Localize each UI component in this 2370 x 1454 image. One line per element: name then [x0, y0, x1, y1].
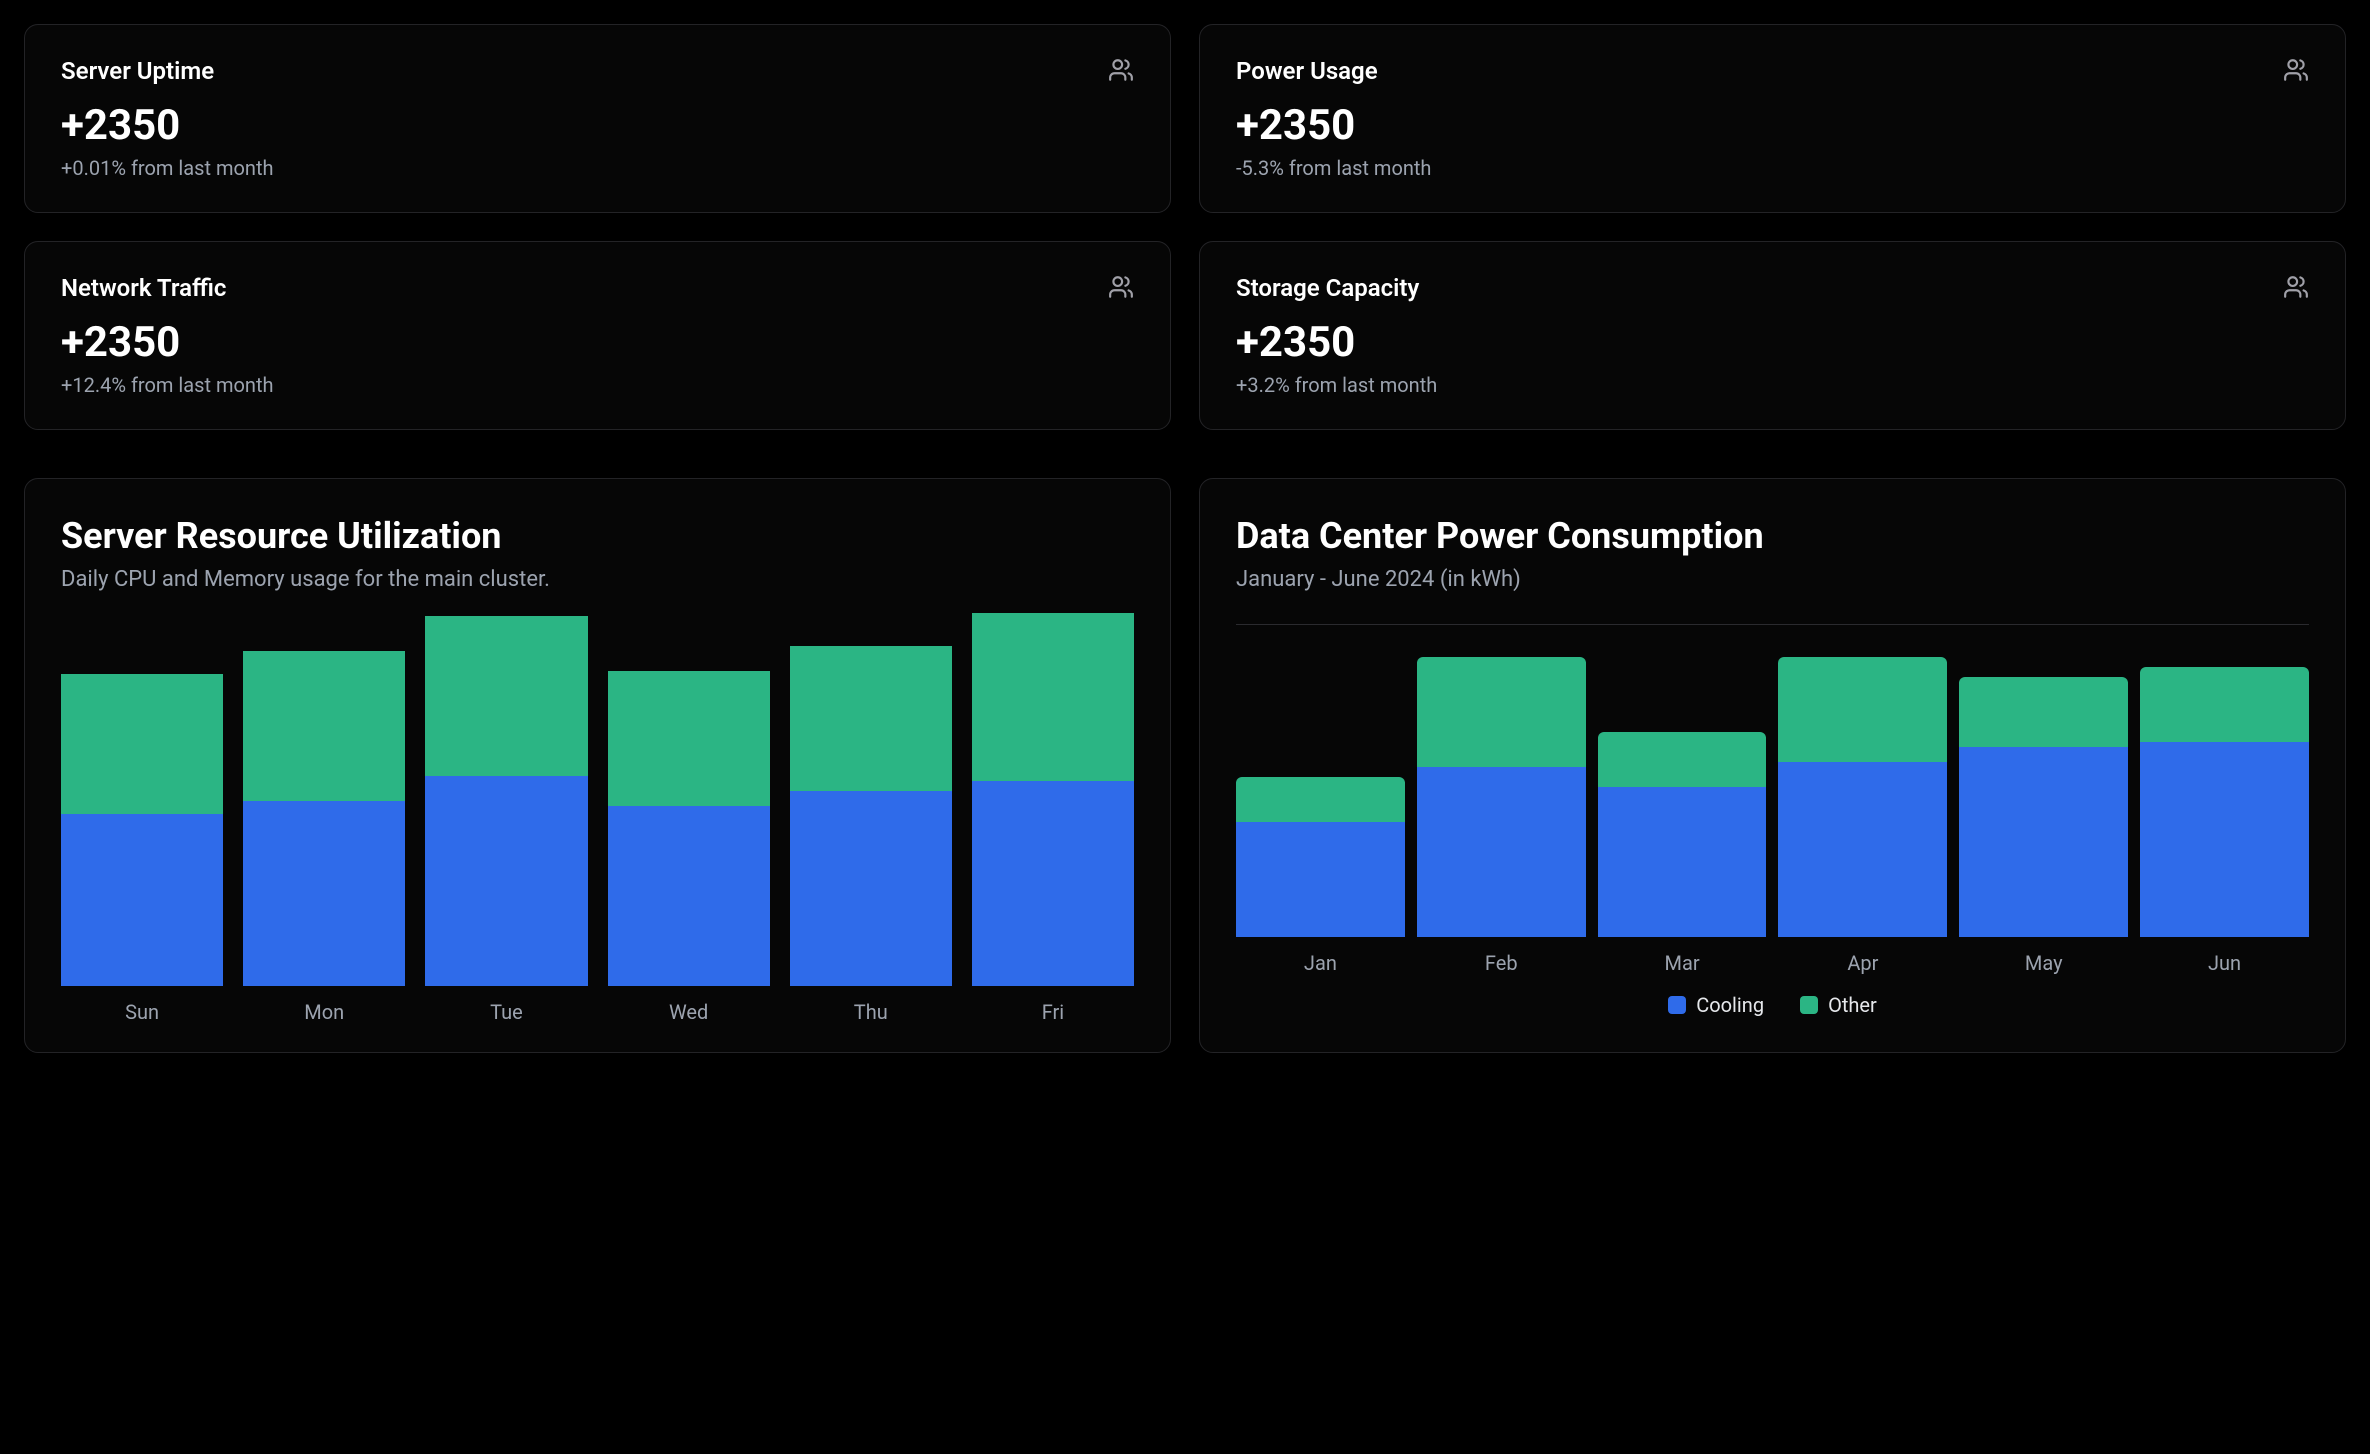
bar-label: Mar	[1665, 951, 1700, 975]
users-icon	[1108, 274, 1134, 304]
bar-segment	[972, 613, 1134, 781]
bar-column: Feb	[1417, 657, 1586, 975]
bar-segment	[61, 814, 223, 986]
bar-segment	[1598, 787, 1767, 937]
stat-delta: +12.4% from last month	[61, 373, 1134, 397]
bar-label: Sun	[125, 1000, 159, 1024]
stat-title: Power Usage	[1236, 57, 2309, 85]
legend-swatch-icon	[1668, 996, 1686, 1014]
bar-segment	[243, 651, 405, 801]
bar-segment	[1778, 657, 1947, 762]
bar-label: May	[2025, 951, 2063, 975]
users-icon	[1108, 57, 1134, 87]
bar-label: Jan	[1304, 951, 1337, 975]
bar-segment	[1598, 732, 1767, 787]
bar-stack	[61, 674, 223, 986]
bar-column: Wed	[608, 671, 770, 1024]
bar-stack	[972, 613, 1134, 986]
chart-card-power-consumption: Data Center Power Consumption January - …	[1199, 478, 2346, 1053]
bar-segment	[608, 806, 770, 986]
bars-row: Sun Mon Tue Wed Thu Fri	[61, 624, 1134, 1024]
stat-value: +2350	[61, 318, 1134, 367]
bar-label: Thu	[854, 1000, 888, 1024]
bar-segment	[425, 616, 587, 776]
bar-column: Mon	[243, 651, 405, 1024]
bar-label: Fri	[1042, 1000, 1064, 1024]
stats-grid: Server Uptime +2350 +0.01% from last mon…	[24, 24, 2346, 430]
bar-stack	[1236, 777, 1405, 937]
bar-label: Feb	[1485, 951, 1518, 975]
legend-label: Cooling	[1696, 993, 1764, 1017]
bar-column: Sun	[61, 674, 223, 1024]
stat-value: +2350	[61, 101, 1134, 150]
bar-column: May	[1959, 677, 2128, 975]
bar-segment	[1959, 677, 2128, 747]
chart-legend: Cooling Other	[1236, 993, 2309, 1017]
bars-row: Jan Feb Mar Apr May Jun	[1236, 625, 2309, 975]
bar-column: Tue	[425, 616, 587, 1024]
bar-label: Tue	[490, 1000, 523, 1024]
bar-segment	[1236, 777, 1405, 822]
stat-title: Server Uptime	[61, 57, 1134, 85]
bar-label: Wed	[669, 1000, 708, 1024]
bar-segment	[2140, 667, 2309, 742]
stat-value: +2350	[1236, 318, 2309, 367]
bar-column: Apr	[1778, 657, 1947, 975]
bar-column: Jun	[2140, 667, 2309, 975]
bar-stack	[1598, 732, 1767, 937]
users-icon	[2283, 274, 2309, 304]
bar-column: Thu	[790, 646, 952, 1024]
chart-area: Sun Mon Tue Wed Thu Fri	[61, 624, 1134, 1024]
bar-segment	[2140, 742, 2309, 937]
bar-segment	[790, 646, 952, 791]
legend-swatch-icon	[1800, 996, 1818, 1014]
bar-stack	[243, 651, 405, 986]
bar-segment	[243, 801, 405, 986]
bar-column: Fri	[972, 613, 1134, 1024]
bar-column: Jan	[1236, 777, 1405, 975]
bar-label: Apr	[1847, 951, 1878, 975]
legend-item-cooling: Cooling	[1668, 993, 1764, 1017]
bar-segment	[972, 781, 1134, 986]
bar-segment	[790, 791, 952, 986]
bar-stack	[1959, 677, 2128, 937]
chart-card-server-resource: Server Resource Utilization Daily CPU an…	[24, 478, 1171, 1053]
stat-value: +2350	[1236, 101, 2309, 150]
legend-item-other: Other	[1800, 993, 1877, 1017]
stat-card-storage-capacity: Storage Capacity +2350 +3.2% from last m…	[1199, 241, 2346, 430]
charts-grid: Server Resource Utilization Daily CPU an…	[24, 478, 2346, 1053]
bar-stack	[2140, 667, 2309, 937]
chart-title: Server Resource Utilization	[61, 515, 1134, 557]
bar-segment	[1959, 747, 2128, 937]
stat-title: Network Traffic	[61, 274, 1134, 302]
bar-segment	[1778, 762, 1947, 937]
chart-subtitle: Daily CPU and Memory usage for the main …	[61, 567, 1134, 592]
bar-segment	[1417, 657, 1586, 767]
bar-stack	[425, 616, 587, 986]
bar-stack	[790, 646, 952, 986]
chart-area: Jan Feb Mar Apr May Jun Cooling Other	[1236, 624, 2309, 1017]
bar-label: Mon	[304, 1000, 344, 1024]
legend-label: Other	[1828, 993, 1877, 1017]
bar-stack	[1778, 657, 1947, 937]
stat-card-server-uptime: Server Uptime +2350 +0.01% from last mon…	[24, 24, 1171, 213]
bar-stack	[608, 671, 770, 986]
bar-segment	[425, 776, 587, 986]
bar-segment	[1417, 767, 1586, 937]
stat-card-power-usage: Power Usage +2350 -5.3% from last month	[1199, 24, 2346, 213]
stat-delta: +3.2% from last month	[1236, 373, 2309, 397]
stat-delta: +0.01% from last month	[61, 156, 1134, 180]
bar-label: Jun	[2208, 951, 2241, 975]
chart-subtitle: January - June 2024 (in kWh)	[1236, 567, 2309, 592]
stat-delta: -5.3% from last month	[1236, 156, 2309, 180]
bar-segment	[61, 674, 223, 814]
chart-title: Data Center Power Consumption	[1236, 515, 2309, 557]
bar-segment	[608, 671, 770, 806]
users-icon	[2283, 57, 2309, 87]
stat-title: Storage Capacity	[1236, 274, 2309, 302]
bar-column: Mar	[1598, 732, 1767, 975]
bar-segment	[1236, 822, 1405, 937]
stat-card-network-traffic: Network Traffic +2350 +12.4% from last m…	[24, 241, 1171, 430]
bar-stack	[1417, 657, 1586, 937]
